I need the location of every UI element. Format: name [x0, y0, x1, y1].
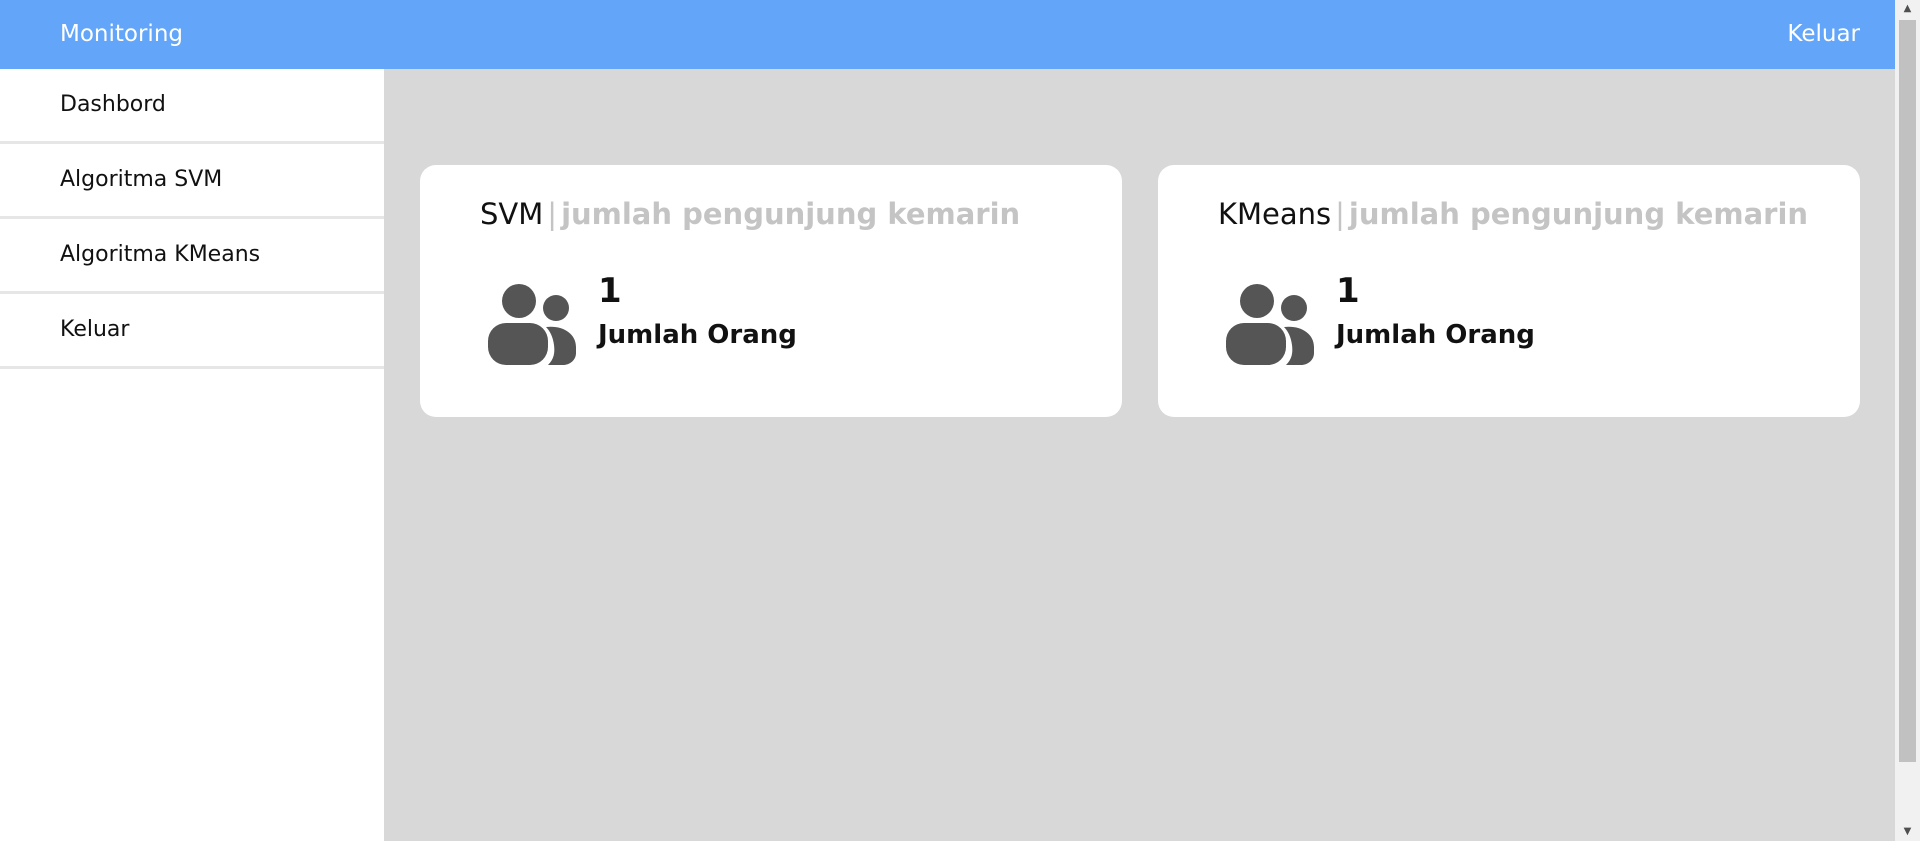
- users-icon: [488, 284, 576, 365]
- header-logout-link[interactable]: Keluar: [1787, 0, 1860, 69]
- sidebar: Dashbord Algoritma SVM Algoritma KMeans …: [0, 69, 384, 841]
- card-title: KMeans | jumlah pengunjung kemarin: [1218, 197, 1808, 231]
- kmeans-visitor-card: KMeans | jumlah pengunjung kemarin 1 Jumla…: [1158, 165, 1860, 417]
- users-icon: [1226, 284, 1314, 365]
- vertical-scrollbar[interactable]: ▲ ▼: [1895, 0, 1920, 841]
- scroll-up-arrow-icon[interactable]: ▲: [1895, 0, 1920, 18]
- main-content: SVM | jumlah pengunjung kemarin 1 Jumlah O…: [384, 69, 1895, 841]
- card-title-separator: |: [547, 197, 558, 231]
- card-subtitle: jumlah pengunjung kemarin: [1348, 197, 1809, 231]
- visitor-count: 1: [1336, 271, 1360, 311]
- svm-visitor-card: SVM | jumlah pengunjung kemarin 1 Jumlah O…: [420, 165, 1122, 417]
- card-title: SVM | jumlah pengunjung kemarin: [480, 197, 1020, 231]
- scroll-down-arrow-icon[interactable]: ▼: [1895, 823, 1920, 841]
- app-window: Monitoring Keluar Dashbord Algoritma SVM…: [0, 0, 1920, 841]
- card-subtitle: jumlah pengunjung kemarin: [561, 197, 1021, 231]
- scrollbar-thumb[interactable]: [1899, 20, 1916, 762]
- visitor-count-label: Jumlah Orang: [598, 320, 797, 350]
- sidebar-item-logout[interactable]: Keluar: [0, 294, 384, 369]
- card-title-name: SVM: [480, 197, 544, 231]
- sidebar-item-dashboard[interactable]: Dashbord: [0, 69, 384, 144]
- card-title-name: KMeans: [1218, 197, 1332, 231]
- brand-title[interactable]: Monitoring: [60, 0, 183, 69]
- visitor-count-label: Jumlah Orang: [1336, 320, 1535, 350]
- top-navbar: Monitoring Keluar: [0, 0, 1895, 69]
- sidebar-item-kmeans[interactable]: Algoritma KMeans: [0, 219, 384, 294]
- sidebar-item-svm[interactable]: Algoritma SVM: [0, 144, 384, 219]
- card-title-separator: |: [1335, 197, 1345, 231]
- visitor-count: 1: [598, 271, 622, 311]
